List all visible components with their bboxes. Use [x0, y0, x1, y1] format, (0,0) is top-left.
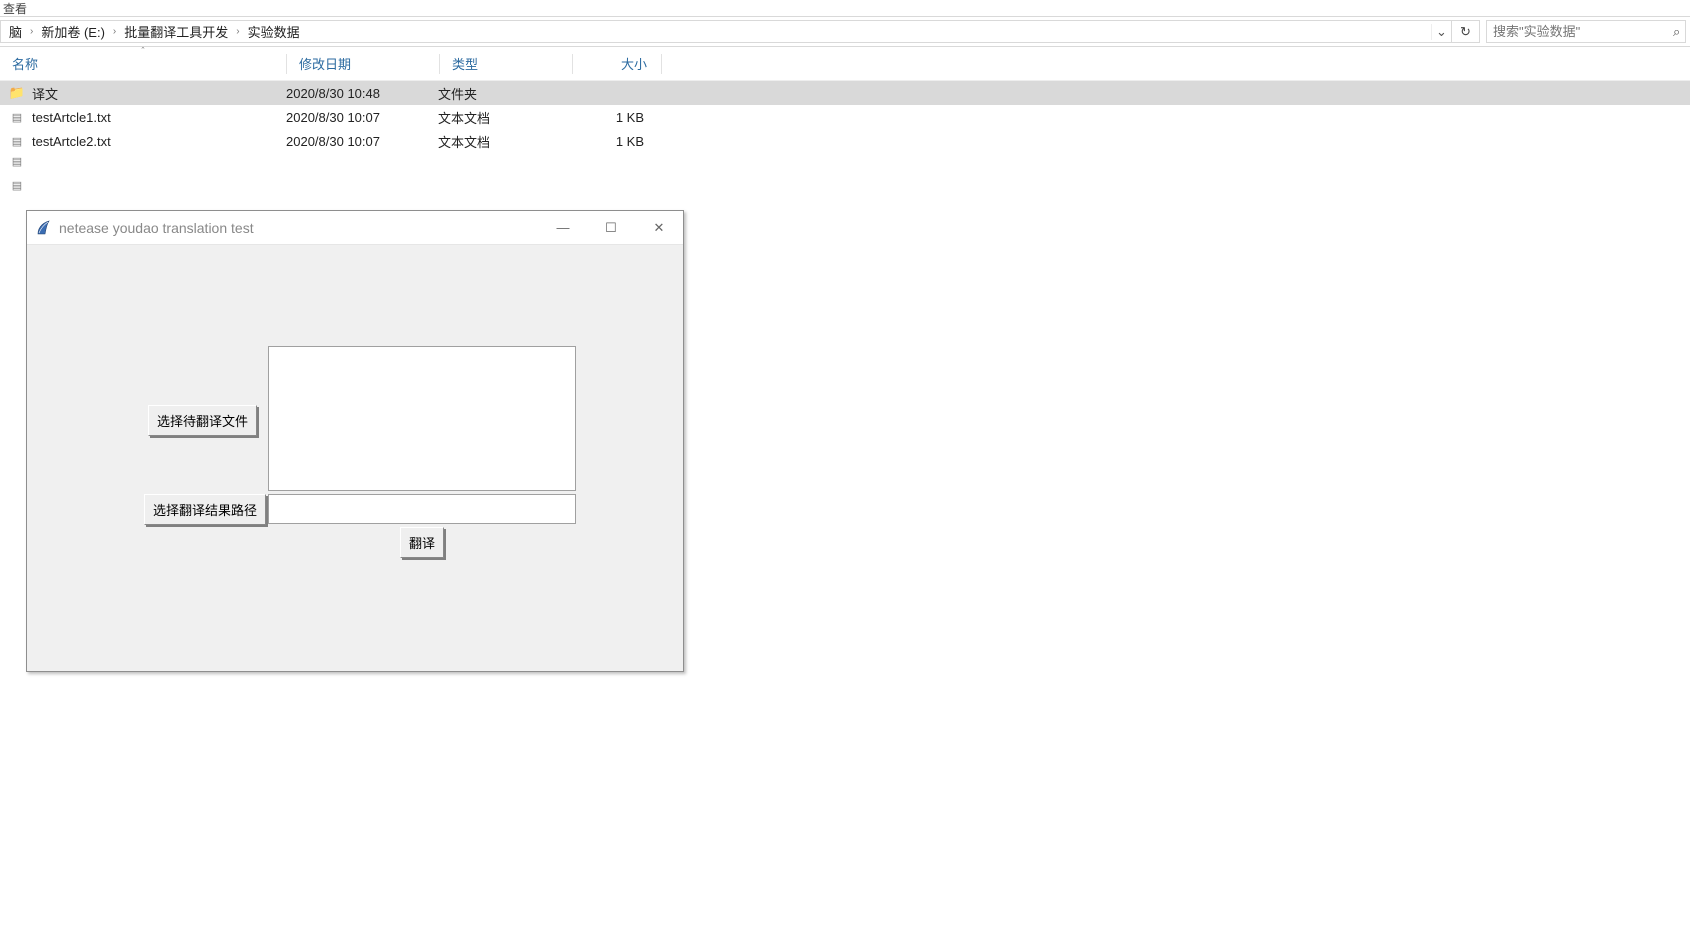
- file-row[interactable]: 📁 译文 2020/8/30 10:48 文件夹: [0, 81, 1690, 105]
- file-name: testArtcle1.txt: [32, 110, 286, 125]
- column-headers: ˆ 名称 修改日期 类型 大小: [0, 47, 1690, 81]
- text-file-icon: ▤: [8, 111, 26, 124]
- text-file-icon: ▤: [8, 155, 26, 168]
- select-output-path-button[interactable]: 选择翻译结果路径: [144, 494, 266, 525]
- file-type: 文件夹: [438, 84, 570, 103]
- refresh-button[interactable]: ↻: [1452, 20, 1480, 43]
- maximize-button[interactable]: ☐: [587, 211, 635, 245]
- search-icon[interactable]: ⌕: [1673, 24, 1680, 40]
- ribbon-tabs: 查看: [0, 0, 1690, 17]
- column-separator[interactable]: [661, 54, 662, 74]
- address-bar-row: 脑 › 新加卷 (E:) › 批量翻译工具开发 › 实验数据 ⌄ ↻ ⌕: [0, 17, 1690, 47]
- tk-window-controls: — ☐ ✕: [539, 211, 683, 245]
- tk-titlebar[interactable]: netease youdao translation test — ☐ ✕: [27, 211, 683, 245]
- chevron-right-icon[interactable]: ›: [107, 26, 122, 37]
- output-path-textbox[interactable]: [268, 494, 576, 524]
- source-files-textbox[interactable]: [268, 346, 576, 491]
- file-type: 文本文档: [438, 132, 570, 151]
- column-header-size[interactable]: 大小: [573, 54, 661, 73]
- file-row[interactable]: ▤ testArtcle1.txt 2020/8/30 10:07 文本文档 1…: [0, 105, 1690, 129]
- breadcrumb-seg-3[interactable]: 实验数据: [246, 22, 302, 41]
- close-button[interactable]: ✕: [635, 211, 683, 245]
- file-name: testArtcle2.txt: [32, 134, 286, 149]
- column-header-type[interactable]: 类型: [440, 54, 572, 73]
- breadcrumb-seg-2[interactable]: 批量翻译工具开发: [122, 22, 230, 41]
- column-header-name[interactable]: ˆ 名称: [0, 54, 286, 73]
- file-date: 2020/8/30 10:07: [286, 134, 438, 149]
- column-header-name-label: 名称: [12, 57, 38, 72]
- search-input[interactable]: [1493, 24, 1669, 39]
- ribbon-tab-view[interactable]: 查看: [3, 2, 27, 16]
- chevron-right-icon[interactable]: ›: [24, 26, 39, 37]
- text-file-icon: ▤: [8, 179, 26, 192]
- search-box[interactable]: ⌕: [1486, 20, 1686, 43]
- translate-button[interactable]: 翻译: [400, 527, 444, 558]
- tk-window: netease youdao translation test — ☐ ✕ 选择…: [26, 210, 684, 672]
- file-size: 1 KB: [570, 110, 658, 125]
- file-list-area: ˆ 名称 修改日期 类型 大小 📁 译文 2020/8/30 10:48 文件夹…: [0, 47, 1690, 932]
- text-file-icon: ▤: [8, 135, 26, 148]
- breadcrumb-dropdown-icon[interactable]: ⌄: [1431, 24, 1451, 40]
- tk-body: 选择待翻译文件 选择翻译结果路径 翻译: [27, 245, 683, 671]
- breadcrumb-seg-0[interactable]: 脑: [7, 22, 24, 41]
- select-source-files-button[interactable]: 选择待翻译文件: [148, 405, 257, 436]
- file-type: 文本文档: [438, 108, 570, 127]
- file-date: 2020/8/30 10:07: [286, 110, 438, 125]
- refresh-icon: ↻: [1460, 24, 1471, 40]
- breadcrumb[interactable]: 脑 › 新加卷 (E:) › 批量翻译工具开发 › 实验数据 ⌄: [0, 20, 1452, 43]
- tk-app-icon: [35, 220, 51, 236]
- file-date: 2020/8/30 10:48: [286, 86, 438, 101]
- file-row[interactable]: ▤ testArtcle2.txt 2020/8/30 10:07 文本文档 1…: [0, 129, 1690, 153]
- breadcrumb-seg-1[interactable]: 新加卷 (E:): [39, 22, 107, 41]
- sort-asc-icon: ˆ: [142, 47, 145, 56]
- folder-icon: 📁: [8, 85, 26, 101]
- file-size: 1 KB: [570, 134, 658, 149]
- tk-window-title: netease youdao translation test: [59, 220, 254, 236]
- minimize-button[interactable]: —: [539, 211, 587, 245]
- column-header-date[interactable]: 修改日期: [287, 54, 439, 73]
- chevron-right-icon[interactable]: ›: [230, 26, 245, 37]
- file-name: 译文: [32, 84, 286, 103]
